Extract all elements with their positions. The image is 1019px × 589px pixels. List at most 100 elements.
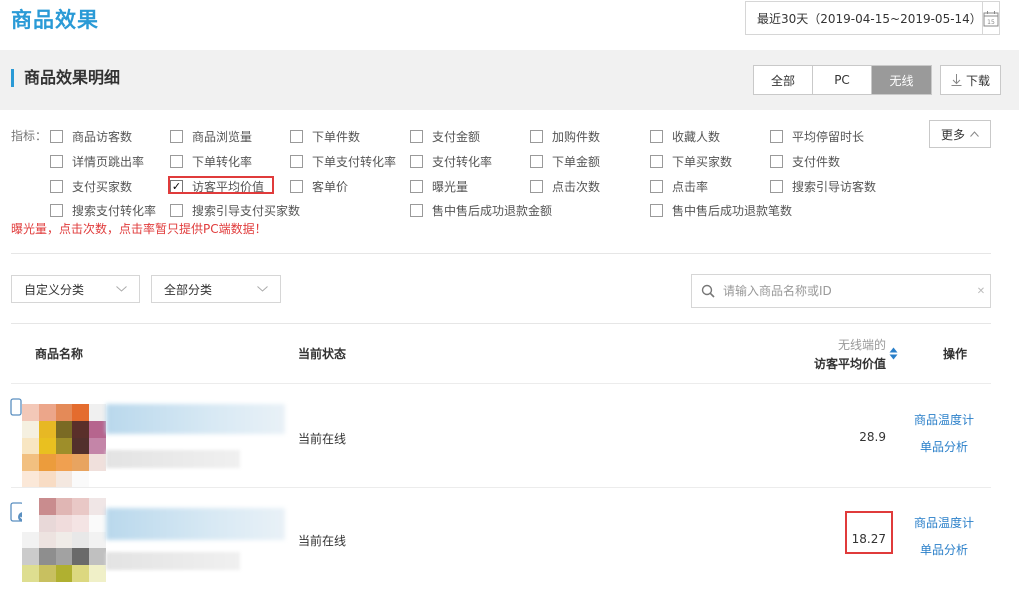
- sort-icon[interactable]: [889, 347, 898, 360]
- metric-label: 详情页跳出率: [72, 154, 145, 169]
- checkbox[interactable]: [530, 129, 543, 143]
- product-name-blurred[interactable]: [106, 508, 285, 540]
- checkbox[interactable]: [650, 154, 663, 168]
- more-button[interactable]: 更多: [929, 120, 991, 148]
- checkbox[interactable]: [410, 179, 423, 193]
- metrics-label: 指标：: [11, 129, 48, 143]
- temperature-link[interactable]: 商品温度计: [914, 411, 974, 428]
- clear-icon[interactable]: ✕: [972, 286, 990, 297]
- checkbox[interactable]: [290, 154, 303, 168]
- checkbox[interactable]: [50, 129, 63, 143]
- checkbox[interactable]: [650, 179, 663, 193]
- date-range-text: 最近30天（2019-04-15~2019-05-14）: [757, 11, 982, 26]
- checkbox[interactable]: [770, 179, 783, 193]
- metric-checkbox-item[interactable]: 售中售后成功退款金额: [410, 201, 552, 219]
- calendar-icon: 15: [983, 10, 999, 26]
- metric-checkbox-item[interactable]: 收藏人数: [650, 127, 720, 145]
- metric-checkbox-item[interactable]: 下单支付转化率: [290, 152, 396, 170]
- metric-checkbox-item[interactable]: 商品访客数: [50, 127, 132, 145]
- checkbox[interactable]: [410, 154, 423, 168]
- metric-checkbox-item[interactable]: 下单件数: [290, 127, 360, 145]
- custom-category-value: 自定义分类: [24, 282, 85, 297]
- product-meta-blurred: [106, 450, 240, 468]
- checkbox[interactable]: [50, 179, 63, 193]
- date-range-picker[interactable]: 最近30天（2019-04-15~2019-05-14） 15: [745, 1, 1000, 35]
- divider: [11, 323, 991, 324]
- metric-checkbox-item[interactable]: 下单转化率: [170, 152, 252, 170]
- column-header-status: 当前状态: [298, 347, 347, 361]
- download-label: 下载: [965, 73, 990, 88]
- metric-label: 搜索引导访客数: [792, 179, 877, 194]
- checkbox[interactable]: [410, 129, 423, 143]
- metric-checkbox-item[interactable]: 点击率: [650, 177, 708, 195]
- checkbox[interactable]: [50, 154, 63, 168]
- download-icon: [951, 74, 962, 86]
- temperature-link[interactable]: 商品温度计: [914, 514, 974, 531]
- highlight-box: [168, 176, 274, 194]
- checkbox[interactable]: [170, 129, 183, 143]
- all-category-select[interactable]: 全部分类: [151, 275, 281, 303]
- product-meta-blurred: [106, 552, 240, 570]
- search-input[interactable]: [723, 284, 972, 298]
- metric-checkbox-item[interactable]: 平均停留时长: [770, 127, 864, 145]
- metric-checkbox-item[interactable]: 下单金额: [530, 152, 600, 170]
- chevron-down-icon: [116, 286, 127, 292]
- metric-label: 下单金额: [552, 154, 601, 169]
- checkbox[interactable]: [770, 129, 783, 143]
- metric-label: 平均停留时长: [792, 129, 865, 144]
- metric-checkbox-item[interactable]: 商品浏览量: [170, 127, 252, 145]
- checkbox[interactable]: [770, 154, 783, 168]
- device-segmented-control: 全部 PC 无线: [753, 65, 932, 95]
- download-button[interactable]: 下载: [940, 65, 1001, 95]
- metric-checkbox-item[interactable]: 详情页跳出率: [50, 152, 144, 170]
- checkbox[interactable]: [650, 203, 663, 217]
- metric-label: 售中售后成功退款笔数: [672, 203, 793, 218]
- metric-checkbox-item[interactable]: 点击次数: [530, 177, 600, 195]
- checkbox[interactable]: [170, 203, 183, 217]
- checkbox[interactable]: [650, 129, 663, 143]
- metric-label: 商品访客数: [72, 129, 133, 144]
- checkbox[interactable]: [50, 203, 63, 217]
- metric-value: 28.9: [859, 430, 886, 444]
- chevron-up-icon: [970, 131, 979, 137]
- checkbox[interactable]: [290, 129, 303, 143]
- product-thumbnail[interactable]: [22, 498, 106, 582]
- metric-checkbox-item[interactable]: 下单买家数: [650, 152, 732, 170]
- metric-checkbox-item[interactable]: 搜索引导访客数: [770, 177, 876, 195]
- segment-wireless[interactable]: 无线: [872, 66, 931, 94]
- metric-checkbox-item[interactable]: 加购件数: [530, 127, 600, 145]
- metric-checkbox-item[interactable]: 售中售后成功退款笔数: [650, 201, 792, 219]
- metric-label: 支付买家数: [72, 179, 133, 194]
- svg-text:15: 15: [987, 19, 995, 26]
- single-analysis-link[interactable]: 单品分析: [920, 541, 968, 558]
- single-analysis-link[interactable]: 单品分析: [920, 438, 968, 455]
- mobile-icon: [10, 398, 22, 416]
- metric-label: 下单转化率: [192, 154, 253, 169]
- metric-checkbox-item[interactable]: 客单价: [290, 177, 348, 195]
- segment-pc[interactable]: PC: [813, 66, 872, 94]
- metric-label: 商品浏览量: [192, 129, 253, 144]
- metric-checkbox-item[interactable]: 支付金额: [410, 127, 480, 145]
- metric-checkbox-item[interactable]: 支付转化率: [410, 152, 492, 170]
- metric-checkbox-item[interactable]: 曝光量: [410, 177, 468, 195]
- custom-category-select[interactable]: 自定义分类: [11, 275, 140, 303]
- column-header-metric[interactable]: 无线端的 访客平均价值: [780, 336, 886, 374]
- metric-checkbox-item[interactable]: 支付件数: [770, 152, 840, 170]
- metric-checkbox-item[interactable]: 搜索引导支付买家数: [170, 201, 300, 219]
- checkbox[interactable]: [530, 154, 543, 168]
- column-header-product: 商品名称: [35, 347, 84, 361]
- checkbox[interactable]: [410, 203, 423, 217]
- segment-all[interactable]: 全部: [754, 66, 813, 94]
- metric-checkbox-item[interactable]: 支付买家数: [50, 177, 132, 195]
- product-thumbnail[interactable]: [22, 404, 106, 488]
- calendar-button[interactable]: 15: [981, 2, 999, 34]
- metric-label: 支付转化率: [432, 154, 493, 169]
- checkbox[interactable]: [530, 179, 543, 193]
- metric-label: 曝光量: [432, 179, 469, 194]
- checkbox[interactable]: [290, 179, 303, 193]
- section-header: 商品效果明细 全部 PC 无线 下载: [0, 50, 1019, 110]
- checkbox[interactable]: [170, 154, 183, 168]
- product-name-blurred[interactable]: [106, 404, 285, 434]
- search-icon: [701, 284, 715, 298]
- metric-checkbox-item[interactable]: 搜索支付转化率: [50, 201, 156, 219]
